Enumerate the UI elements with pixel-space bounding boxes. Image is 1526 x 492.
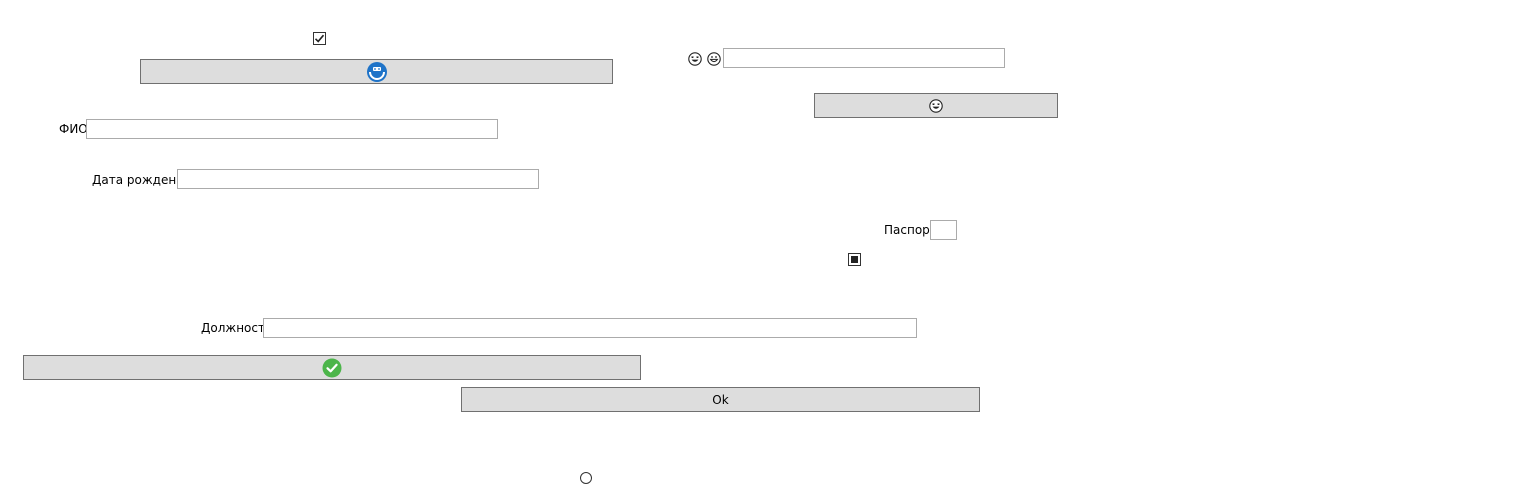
ok-button[interactable]: Ok <box>461 387 980 412</box>
birth-date-field[interactable] <box>177 169 539 189</box>
indeterminate-mark-icon <box>851 256 858 263</box>
laughing-face-icon <box>688 52 702 66</box>
position-field[interactable] <box>263 318 917 338</box>
checkmark-icon <box>314 34 325 43</box>
blue-badge-icon <box>366 61 387 82</box>
passport-field[interactable] <box>930 220 957 240</box>
image-button[interactable] <box>140 59 613 84</box>
green-check-icon <box>322 358 342 377</box>
top-text-field[interactable] <box>723 48 1005 68</box>
passport-label: Паспорт <box>884 223 937 237</box>
fio-field[interactable] <box>86 119 498 139</box>
laughing-face-icon <box>929 98 943 113</box>
top-checkbox[interactable] <box>313 32 326 45</box>
fio-label: ФИО <box>59 122 88 136</box>
confirm-icon-button[interactable] <box>23 355 641 380</box>
position-label: Должность <box>201 321 273 335</box>
grinning-face-icon <box>707 52 721 66</box>
mid-checkbox[interactable] <box>848 253 861 266</box>
radio-button[interactable] <box>580 472 592 484</box>
ok-button-label: Ok <box>712 392 729 407</box>
emoji-button[interactable] <box>814 93 1058 118</box>
